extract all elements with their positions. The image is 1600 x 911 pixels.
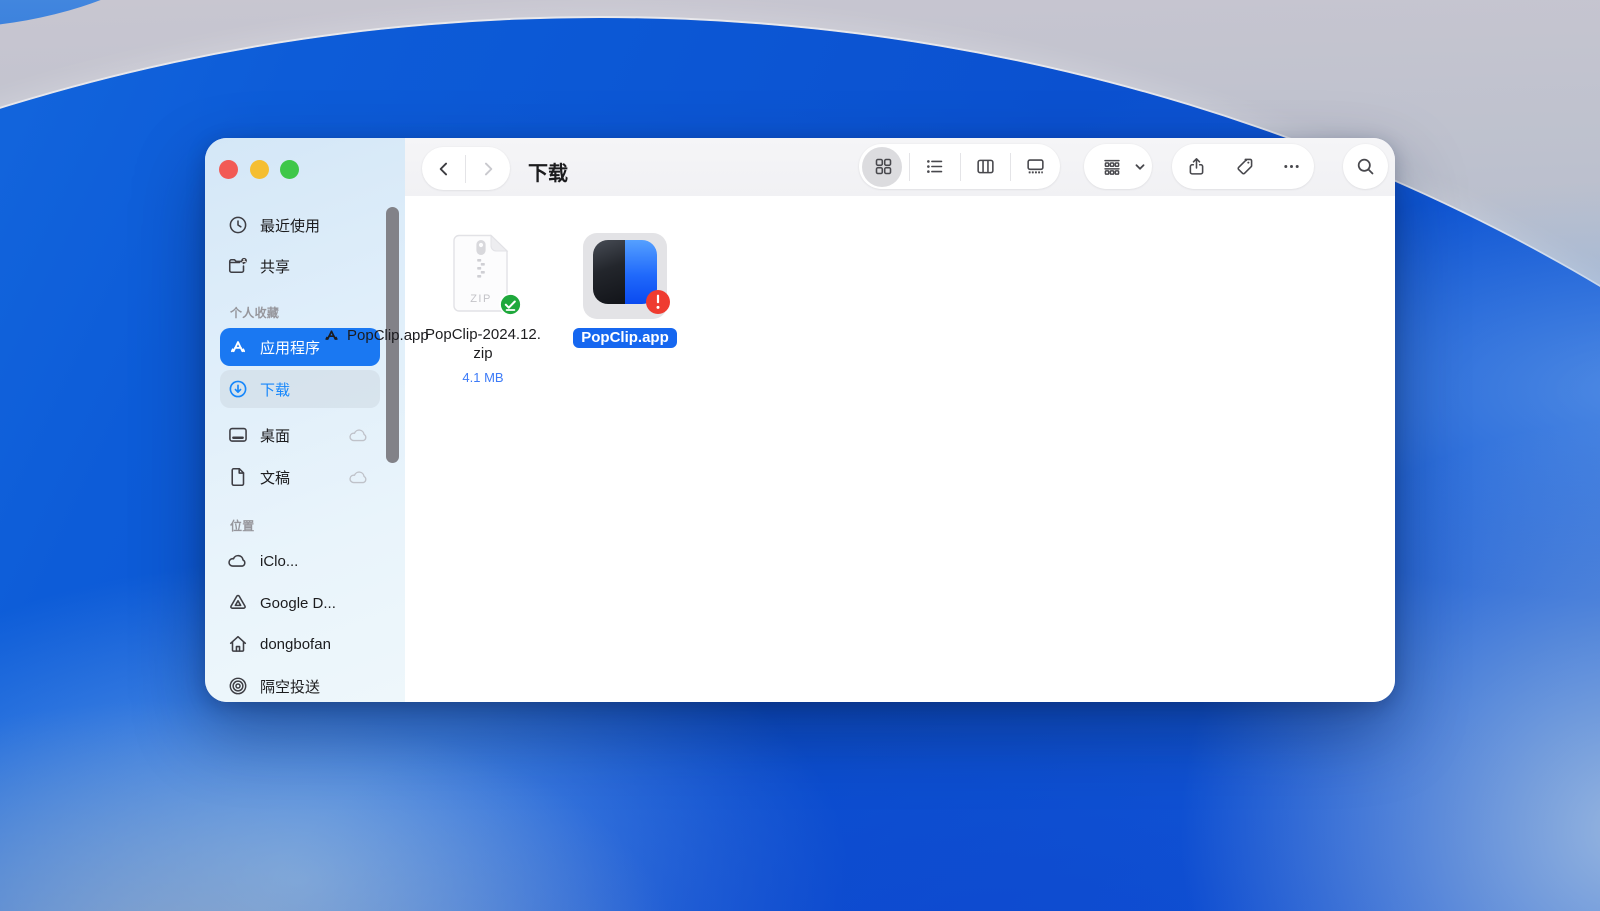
airdrop-icon: [227, 675, 249, 697]
file-name-selected: PopClip.app: [573, 328, 677, 348]
download-complete-badge: [499, 293, 522, 316]
sidebar-item-label: 文稿: [260, 467, 290, 488]
sidebar-item-label: Google D...: [260, 595, 336, 612]
sidebar-item-label: 下载: [260, 379, 290, 400]
sidebar-item-home[interactable]: dongbofan: [220, 625, 380, 663]
view-switcher: [859, 144, 1060, 189]
column-view-button[interactable]: [961, 156, 1011, 177]
chevron-down-icon: [1134, 161, 1146, 173]
sidebar-item-icloud[interactable]: iClo...: [220, 542, 380, 580]
sidebar-section-favorites: 个人收藏: [230, 304, 279, 321]
sidebar-item-shared[interactable]: 共享: [220, 247, 380, 285]
icon-view-button[interactable]: [859, 156, 909, 177]
file-name-wrap: PopClip.app: [583, 328, 667, 348]
wallpaper-wave-corner: [0, 0, 240, 28]
shared-folder-icon: [227, 255, 249, 277]
tag-button[interactable]: [1220, 156, 1268, 177]
svg-text:ZIP: ZIP: [470, 293, 492, 305]
download-icon: [227, 378, 249, 400]
alert-badge: [645, 289, 671, 315]
icloud-status-icon: [348, 469, 370, 485]
app-store-icon: [322, 326, 341, 345]
file-area[interactable]: [405, 196, 1395, 702]
google-drive-icon: [227, 592, 249, 614]
share-button[interactable]: [1172, 156, 1220, 177]
drag-ghost[interactable]: PopClip.app: [322, 326, 429, 345]
document-icon: [227, 466, 249, 488]
home-icon: [227, 633, 249, 655]
app-store-icon: [227, 336, 249, 358]
sidebar-item-label: 隔空投送: [260, 676, 320, 697]
finder-window: 最近使用 共享 个人收藏 应用程序: [205, 138, 1395, 702]
sidebar-section-locations: 位置: [230, 517, 255, 534]
sidebar-item-label: iClo...: [260, 553, 298, 570]
sidebar-item-label: 共享: [260, 256, 290, 277]
minimize-button[interactable]: [250, 160, 269, 179]
back-button[interactable]: [422, 159, 465, 179]
gallery-view-button[interactable]: [1011, 156, 1060, 177]
sidebar: 最近使用 共享 个人收藏 应用程序: [205, 138, 405, 702]
sidebar-item-desktop[interactable]: 桌面: [220, 416, 380, 454]
window-title: 下载: [528, 157, 568, 186]
more-button[interactable]: [1268, 156, 1314, 177]
sidebar-item-label: 应用程序: [260, 337, 320, 358]
sidebar-item-label: 桌面: [260, 425, 290, 446]
sidebar-item-label: 最近使用: [260, 215, 320, 236]
drag-ghost-label: PopClip.app: [347, 327, 429, 344]
zoom-button[interactable]: [280, 160, 299, 179]
file-size: 4.1 MB: [398, 370, 568, 385]
nav-buttons: [422, 147, 510, 190]
clock-icon: [227, 214, 249, 236]
sidebar-item-documents[interactable]: 文稿: [220, 458, 380, 496]
sidebar-item-downloads[interactable]: 下载: [220, 370, 380, 408]
action-buttons: [1172, 144, 1314, 189]
search-button[interactable]: [1343, 144, 1388, 189]
group-by-icon: [1090, 156, 1134, 178]
desktop-icon: [227, 424, 249, 446]
desktop: 最近使用 共享 个人收藏 应用程序: [0, 0, 1600, 911]
list-view-button[interactable]: [910, 156, 960, 177]
search-icon: [1355, 156, 1376, 177]
cloud-icon: [227, 550, 249, 572]
group-by-button[interactable]: [1084, 144, 1152, 189]
forward-button[interactable]: [466, 159, 509, 179]
sidebar-item-label: dongbofan: [260, 636, 331, 653]
close-button[interactable]: [219, 160, 238, 179]
sidebar-item-recents[interactable]: 最近使用: [220, 206, 380, 244]
sidebar-item-airdrop[interactable]: 隔空投送: [220, 667, 380, 702]
icloud-status-icon: [348, 427, 370, 443]
sidebar-item-google-drive[interactable]: Google D...: [220, 584, 380, 622]
